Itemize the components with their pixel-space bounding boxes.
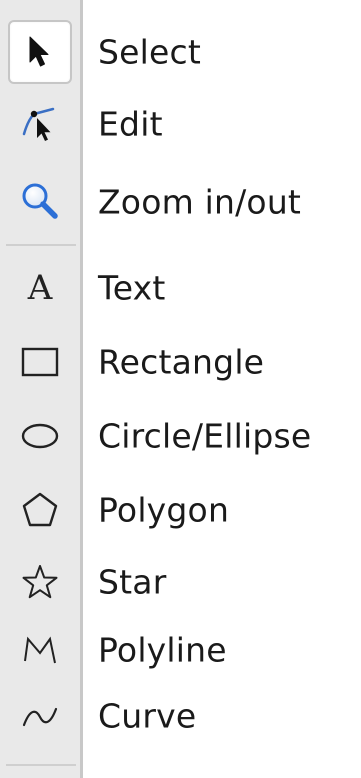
tool-label-curve: Curve	[98, 696, 197, 736]
tool-label-select: Select	[98, 32, 202, 72]
star-icon	[20, 563, 60, 601]
rectangle-icon	[20, 345, 60, 379]
tool-rectangle[interactable]: Rectangle	[0, 330, 361, 394]
tool-label-text: Text	[98, 268, 166, 308]
toolbar-divider-bottom	[6, 764, 76, 766]
tool-label-ellipse: Circle/Ellipse	[98, 416, 312, 456]
tool-label-edit: Edit	[98, 104, 163, 144]
toolbar-divider	[6, 244, 76, 246]
tool-label-polygon: Polygon	[98, 490, 230, 530]
tool-select[interactable]: Select	[0, 20, 361, 84]
tool-edit[interactable]: Edit	[0, 92, 361, 156]
ellipse-tool-button[interactable]	[8, 404, 72, 468]
magnifier-icon	[20, 182, 60, 222]
tool-label-polyline: Polyline	[98, 630, 227, 670]
polyline-tool-button[interactable]	[8, 618, 72, 682]
tool-star[interactable]: Star	[0, 550, 361, 614]
tool-curve[interactable]: Curve	[0, 684, 361, 748]
curve-icon	[20, 701, 60, 731]
polyline-icon	[20, 633, 60, 667]
tool-polyline[interactable]: Polyline	[0, 618, 361, 682]
text-a-icon: A	[27, 268, 53, 308]
text-tool-button[interactable]: A	[8, 256, 72, 320]
drawing-tool-palette: Select Edit Zoom in/out A Text Rectangle…	[0, 0, 361, 778]
tool-zoom[interactable]: Zoom in/out	[0, 170, 361, 234]
tool-label-star: Star	[98, 562, 167, 602]
tool-text[interactable]: A Text	[0, 256, 361, 320]
rectangle-tool-button[interactable]	[8, 330, 72, 394]
select-tool-button[interactable]	[8, 20, 72, 84]
arrow-cursor-icon	[25, 35, 55, 69]
tool-label-rectangle: Rectangle	[98, 342, 265, 382]
tool-polygon[interactable]: Polygon	[0, 478, 361, 542]
ellipse-icon	[20, 421, 60, 451]
pentagon-icon	[20, 491, 60, 529]
tool-label-zoom: Zoom in/out	[98, 182, 302, 222]
tool-ellipse[interactable]: Circle/Ellipse	[0, 404, 361, 468]
curve-tool-button[interactable]	[8, 684, 72, 748]
star-tool-button[interactable]	[8, 550, 72, 614]
edit-path-icon	[20, 104, 60, 144]
edit-tool-button[interactable]	[8, 92, 72, 156]
polygon-tool-button[interactable]	[8, 478, 72, 542]
zoom-tool-button[interactable]	[8, 170, 72, 234]
